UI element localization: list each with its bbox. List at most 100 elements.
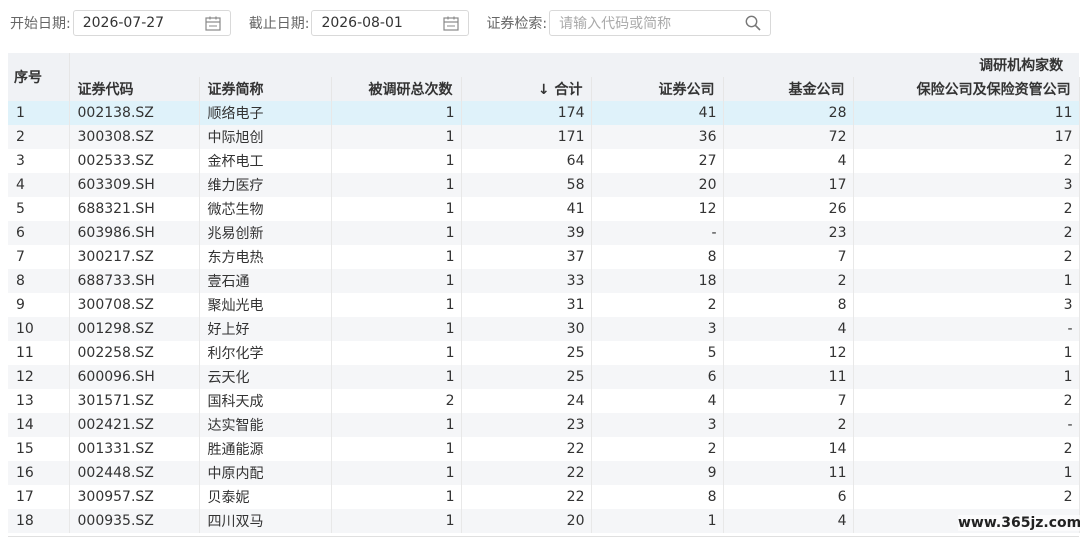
cell-name: 兆易创新 (199, 221, 332, 245)
cell-securities: 41 (591, 101, 724, 125)
cell-times: 1 (331, 293, 462, 317)
cell-insurance: 2 (853, 221, 1080, 245)
cell-funds: 72 (723, 125, 854, 149)
cell-total: 174 (461, 101, 592, 125)
cell-securities: 3 (591, 413, 724, 437)
cell-times: 1 (331, 173, 462, 197)
table-row[interactable]: 17 300957.SZ 贝泰妮 1 22 8 6 2 (8, 485, 1080, 509)
cell-funds: 2 (723, 269, 854, 293)
cell-insurance: 1 (853, 461, 1080, 485)
cell-name: 中际旭创 (199, 125, 332, 149)
table-row[interactable]: 15 001331.SZ 胜通能源 1 22 2 14 2 (8, 437, 1080, 461)
header-total[interactable]: ↓ 合计 (461, 77, 592, 101)
table-row[interactable]: 4 603309.SH 维力医疗 1 58 20 17 3 (8, 173, 1080, 197)
table-row[interactable]: 18 000935.SZ 四川双马 1 20 1 4 (8, 509, 1080, 533)
cell-times: 1 (331, 437, 462, 461)
cell-total: 22 (461, 485, 592, 509)
search-input[interactable]: 请输入代码或简称 (559, 13, 671, 33)
table-row[interactable]: 16 002448.SZ 中原内配 1 22 9 11 1 (8, 461, 1080, 485)
table-row[interactable]: 2 300308.SZ 中际旭创 1 171 36 72 17 (8, 125, 1080, 149)
table-row[interactable]: 8 688733.SH 壹石通 1 33 18 2 1 (8, 269, 1080, 293)
cell-total: 31 (461, 293, 592, 317)
survey-table: 序号 调研机构家数 证券代码 证券简称 被调研总次数 ↓ 合计 证券公司 基金公… (8, 53, 1080, 533)
cell-total: 24 (461, 389, 592, 413)
calendar-icon[interactable] (204, 14, 222, 32)
cell-total: 58 (461, 173, 592, 197)
cell-seq: 16 (8, 461, 70, 485)
cell-insurance: - (853, 317, 1080, 341)
table-row[interactable]: 13 301571.SZ 国科天成 2 24 4 7 2 (8, 389, 1080, 413)
cell-securities: 36 (591, 125, 724, 149)
cell-name: 东方电热 (199, 245, 332, 269)
cell-times: 1 (331, 269, 462, 293)
cell-name: 金杯电工 (199, 149, 332, 173)
calendar-icon[interactable] (442, 14, 460, 32)
end-date-field[interactable]: 2026-08-01 (311, 10, 470, 36)
cell-name: 微芯生物 (199, 197, 332, 221)
cell-funds: 7 (723, 389, 854, 413)
cell-code: 300708.SZ (69, 293, 200, 317)
cell-code: 603309.SH (69, 173, 200, 197)
table-row[interactable]: 14 002421.SZ 达实智能 1 23 3 2- (8, 413, 1080, 437)
cell-funds: 8 (723, 293, 854, 317)
header-insurance[interactable]: 保险公司及保险资管公司 (853, 77, 1080, 101)
cell-times: 1 (331, 245, 462, 269)
cell-code: 603986.SH (69, 221, 200, 245)
cell-seq: 1 (8, 101, 70, 125)
cell-code: 002533.SZ (69, 149, 200, 173)
table-row[interactable]: 1 002138.SZ 顺络电子 1 174 41 28 11 (8, 101, 1080, 125)
cell-funds: 11 (723, 365, 854, 389)
cell-times: 1 (331, 461, 462, 485)
search-icon[interactable] (744, 14, 762, 32)
cell-securities: 4 (591, 389, 724, 413)
cell-funds: 6 (723, 485, 854, 509)
cell-name: 顺络电子 (199, 101, 332, 125)
cell-seq: 4 (8, 173, 70, 197)
end-date-label: 截止日期: (248, 16, 310, 32)
cell-seq: 5 (8, 197, 70, 221)
cell-seq: 7 (8, 245, 70, 269)
table-row[interactable]: 10 001298.SZ 好上好 1 30 3 4- (8, 317, 1080, 341)
cell-funds: 4 (723, 317, 854, 341)
cell-name: 利尔化学 (199, 341, 332, 365)
cell-total: 39 (461, 221, 592, 245)
cell-times: 1 (331, 485, 462, 509)
cell-seq: 14 (8, 413, 70, 437)
cell-securities: 5 (591, 341, 724, 365)
cell-insurance: - (853, 413, 1080, 437)
search-field[interactable]: 请输入代码或简称 (549, 10, 772, 36)
cell-funds: 12 (723, 341, 854, 365)
header-code[interactable]: 证券代码 (69, 77, 200, 101)
header-name[interactable]: 证券简称 (199, 77, 332, 101)
cell-seq: 11 (8, 341, 70, 365)
table-row[interactable]: 9 300708.SZ 聚灿光电 1 31 2 8 3 (8, 293, 1080, 317)
table-row[interactable]: 7 300217.SZ 东方电热 1 37 8 7 2 (8, 245, 1080, 269)
cell-securities: 2 (591, 437, 724, 461)
cell-insurance: 17 (853, 125, 1080, 149)
cell-securities: 18 (591, 269, 724, 293)
cell-name: 达实智能 (199, 413, 332, 437)
cell-total: 33 (461, 269, 592, 293)
cell-name: 贝泰妮 (199, 485, 332, 509)
cell-times: 2 (331, 389, 462, 413)
table-row[interactable]: 5 688321.SH 微芯生物 1 41 12 26 2 (8, 197, 1080, 221)
cell-total: 37 (461, 245, 592, 269)
header-securities[interactable]: 证券公司 (591, 77, 724, 101)
filter-toolbar: 开始日期: 2026-07-27 截止日期: 2026-08-01 证券检索: … (0, 0, 1080, 46)
table-row[interactable]: 3 002533.SZ 金杯电工 1 64 27 4 2 (8, 149, 1080, 173)
table-row[interactable]: 6 603986.SH 兆易创新 1 39-23 2 (8, 221, 1080, 245)
cell-funds: 11 (723, 461, 854, 485)
cell-insurance: 3 (853, 293, 1080, 317)
start-date-field[interactable]: 2026-07-27 (72, 10, 231, 36)
cell-code: 300308.SZ (69, 125, 200, 149)
header-funds[interactable]: 基金公司 (723, 77, 854, 101)
table-row[interactable]: 11 002258.SZ 利尔化学 1 25 5 12 1 (8, 341, 1080, 365)
table-row[interactable]: 12 600096.SH 云天化 1 25 6 11 1 (8, 365, 1080, 389)
cell-total: 171 (461, 125, 592, 149)
cell-times: 1 (331, 317, 462, 341)
header-times[interactable]: 被调研总次数 (331, 77, 462, 101)
cell-name: 四川双马 (199, 509, 332, 533)
cell-securities: 3 (591, 317, 724, 341)
cell-insurance: 2 (853, 389, 1080, 413)
header-seq[interactable]: 序号 (8, 53, 70, 101)
